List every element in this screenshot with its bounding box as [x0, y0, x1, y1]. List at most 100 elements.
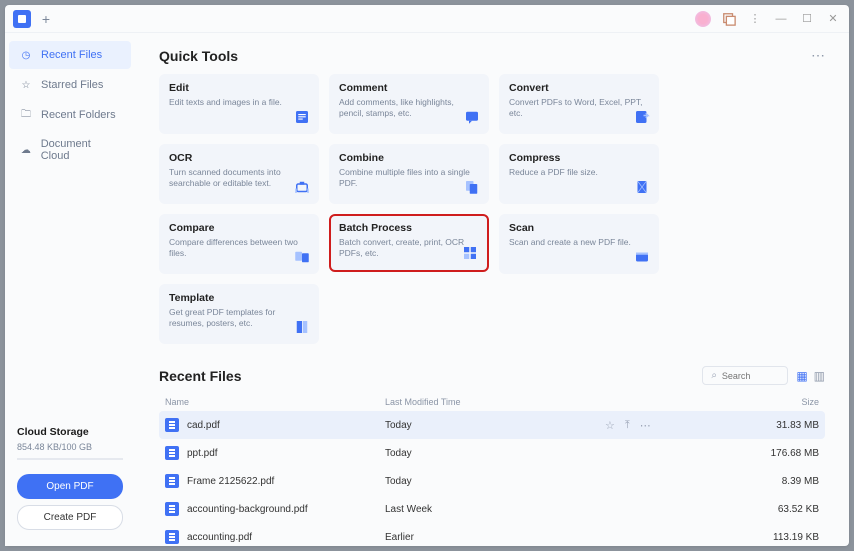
file-name: Frame 2125622.pdf: [187, 476, 274, 487]
more-icon[interactable]: ⋯: [640, 419, 651, 432]
nav-list: ◷ Recent Files ☆ Starred Files 🗀 Recent …: [5, 33, 135, 179]
search-box[interactable]: ⌕: [702, 366, 788, 385]
minimize-button[interactable]: —: [773, 11, 789, 27]
col-time: Last Modified Time: [385, 397, 605, 407]
avatar-icon[interactable]: [695, 11, 711, 27]
tools-grid: Edit Edit texts and images in a file. Comm…: [159, 74, 825, 344]
tool-title: Scan: [509, 222, 649, 234]
file-time: Today: [385, 448, 605, 459]
tool-icon: [293, 178, 311, 196]
cloud-storage-title: Cloud Storage: [17, 426, 123, 438]
more-icon[interactable]: ⋯: [811, 47, 825, 64]
tool-title: Template: [169, 292, 309, 304]
folder-icon: 🗀: [19, 108, 33, 122]
tool-desc: Batch convert, create, print, OCR PDFs, …: [339, 237, 479, 259]
main-content: Quick Tools ⋯ Edit Edit texts and images …: [135, 33, 849, 546]
tool-icon: [633, 178, 651, 196]
cloud-storage-usage: 854.48 KB/100 GB: [17, 442, 123, 452]
file-row[interactable]: ppt.pdfToday176.68 MB: [159, 439, 825, 467]
tool-ocr[interactable]: OCR Turn scanned documents into searchabl…: [159, 144, 319, 204]
tool-desc: Reduce a PDF file size.: [509, 167, 649, 178]
sidebar-item-label: Starred Files: [41, 79, 103, 91]
file-time: Today: [385, 476, 605, 487]
tool-desc: Convert PDFs to Word, Excel, PPT, etc.: [509, 97, 649, 119]
tool-icon: [461, 244, 479, 262]
quick-tools-header: Quick Tools ⋯: [159, 47, 825, 64]
tool-compress[interactable]: CompressReduce a PDF file size.: [499, 144, 659, 204]
tool-compare[interactable]: Compare Compare differences between two f…: [159, 214, 319, 274]
sidebar-item-label: Recent Files: [41, 49, 102, 61]
quick-tools-title: Quick Tools: [159, 48, 238, 64]
list-view-icon[interactable]: ▦: [796, 369, 807, 383]
menu-icon[interactable]: ⋮: [747, 11, 763, 27]
sidebar: ◷ Recent Files ☆ Starred Files 🗀 Recent …: [5, 33, 135, 546]
sidebar-item-starred-files[interactable]: ☆ Starred Files: [9, 71, 131, 99]
sidebar-bottom: Cloud Storage 854.48 KB/100 GB Open PDF …: [5, 416, 135, 546]
create-pdf-button[interactable]: Create PDF: [17, 505, 123, 530]
file-time: Earlier: [385, 532, 605, 543]
row-actions: ☆ ⤒ ⋯: [605, 419, 749, 432]
pin-icon[interactable]: ⤒: [625, 419, 630, 432]
file-size: 31.83 MB: [749, 420, 819, 431]
pdf-file-icon: [165, 418, 179, 432]
tool-edit[interactable]: Edit Edit texts and images in a file.: [159, 74, 319, 134]
pdf-file-icon: [165, 446, 179, 460]
file-size: 63.52 KB: [749, 504, 819, 515]
new-tab-button[interactable]: +: [37, 10, 55, 28]
cloud-storage-bar: [17, 458, 123, 460]
tool-scan[interactable]: Scan Scan and create a new PDF file.: [499, 214, 659, 274]
tool-template[interactable]: Template Get great PDF templates for resu…: [159, 284, 319, 344]
star-icon: ☆: [19, 78, 33, 92]
grid-view-icon[interactable]: ▥: [814, 369, 825, 383]
file-row[interactable]: cad.pdfToday☆⤒⋯31.83 MB: [159, 411, 825, 439]
tool-batch-process[interactable]: Batch Process Batch convert, create, prin…: [329, 214, 489, 272]
open-pdf-button[interactable]: Open PDF: [17, 474, 123, 499]
tool-convert[interactable]: ConvertConvert PDFs to Word, Excel, PPT,…: [499, 74, 659, 134]
tool-icon: [293, 318, 311, 336]
notification-icon[interactable]: [721, 11, 737, 27]
sidebar-item-recent-folders[interactable]: 🗀 Recent Folders: [9, 101, 131, 129]
tool-icon: [463, 178, 481, 196]
tool-combine[interactable]: CombineCombine multiple files into a sin…: [329, 144, 489, 204]
col-size: Size: [749, 397, 819, 407]
file-size: 8.39 MB: [749, 476, 819, 487]
recent-files-title: Recent Files: [159, 368, 241, 384]
file-row[interactable]: accounting-background.pdfLast Week63.52 …: [159, 495, 825, 523]
sidebar-item-document-cloud[interactable]: ☁ Document Cloud: [9, 131, 131, 169]
tool-icon: [633, 248, 651, 266]
cloud-icon: ☁: [19, 143, 33, 157]
tool-title: OCR: [169, 152, 309, 164]
sidebar-item-recent-files[interactable]: ◷ Recent Files: [9, 41, 131, 69]
tool-desc: Compare differences between two files.: [169, 237, 309, 259]
tool-desc: Get great PDF templates for resumes, pos…: [169, 307, 309, 329]
maximize-button[interactable]: ☐: [799, 11, 815, 27]
pdf-file-icon: [165, 530, 179, 544]
file-time: Today: [385, 420, 605, 431]
file-name: ppt.pdf: [187, 448, 218, 459]
tool-desc: Turn scanned documents into searchable o…: [169, 167, 309, 189]
star-icon[interactable]: ☆: [605, 419, 615, 432]
titlebar-icons: ⋮ — ☐ ✕: [695, 11, 841, 27]
tool-title: Compare: [169, 222, 309, 234]
tool-comment[interactable]: CommentAdd comments, like highlights, pe…: [329, 74, 489, 134]
search-icon: ⌕: [711, 370, 717, 381]
file-row[interactable]: accounting.pdfEarlier113.19 KB: [159, 523, 825, 546]
body: ◷ Recent Files ☆ Starred Files 🗀 Recent …: [5, 33, 849, 546]
titlebar: + ⋮ — ☐ ✕: [5, 5, 849, 33]
file-name: accounting-background.pdf: [187, 504, 308, 515]
tool-icon: [293, 108, 311, 126]
app-logo-icon: [13, 10, 31, 28]
file-row[interactable]: Frame 2125622.pdf Today 8.39 MB: [159, 467, 825, 495]
tool-desc: Scan and create a new PDF file.: [509, 237, 649, 248]
close-button[interactable]: ✕: [825, 11, 841, 27]
tool-title: Batch Process: [339, 222, 479, 234]
search-input[interactable]: [722, 371, 779, 381]
tool-title: Edit: [169, 82, 309, 94]
tool-desc: Edit texts and images in a file.: [169, 97, 309, 108]
tool-icon: [463, 108, 481, 126]
tool-title: Combine: [339, 152, 479, 164]
file-name: accounting.pdf: [187, 532, 252, 543]
sidebar-item-label: Recent Folders: [41, 109, 116, 121]
clock-icon: ◷: [19, 48, 33, 62]
file-list: cad.pdfToday☆⤒⋯31.83 MBppt.pdfToday176.6…: [159, 411, 825, 546]
